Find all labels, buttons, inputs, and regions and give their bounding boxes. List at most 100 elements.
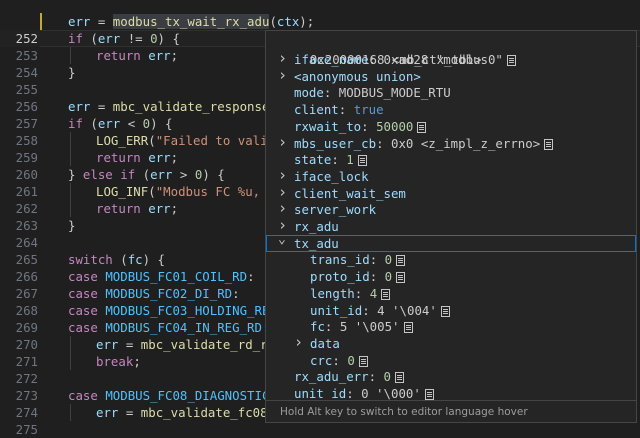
variable-row-client-wait-sem[interactable]: › client_wait_sem xyxy=(266,183,636,202)
variable-row-mbs-user-cb[interactable]: › mbs_user_cb: 0x0 <z_impl_z_errno> xyxy=(266,133,636,152)
separator: : xyxy=(323,85,339,101)
variable-row-rxwait-to[interactable]: rxwait_to: 50000 xyxy=(266,118,636,135)
variable-row-client[interactable]: client: true xyxy=(266,101,636,118)
code-line[interactable]: err = modbus_tx_wait_rx_adu(ctx); xyxy=(0,13,640,30)
chevron-right-icon[interactable]: › xyxy=(278,183,288,201)
view-memory-icon[interactable] xyxy=(417,121,427,133)
code-token: = xyxy=(118,405,141,420)
indent-guide xyxy=(70,336,71,353)
variable-row-data[interactable]: › data xyxy=(266,333,636,352)
variable-row-iface-name[interactable]: › iface_name: 0xad28 "modbus0" xyxy=(266,50,636,68)
indent-guide xyxy=(70,183,71,200)
hover-title: 0x20000168 <mb_ctx_tbl> xyxy=(280,34,640,67)
separator: : xyxy=(368,52,384,67)
variable-value: 0 xyxy=(383,369,391,385)
code-token: err xyxy=(148,150,171,165)
chevron-right-icon[interactable]: › xyxy=(278,166,288,184)
variable-text: rx_adu xyxy=(294,218,339,235)
code-token: err xyxy=(68,99,91,114)
view-memory-icon[interactable] xyxy=(396,272,406,284)
line-number: 257 xyxy=(15,116,38,131)
code-token: MODBUS_FC08_DIAGNOSTICS xyxy=(105,388,277,403)
code-token: if xyxy=(120,167,136,182)
code-text: } else if (err > 0) { xyxy=(68,166,225,183)
variable-row-rx-adu[interactable]: › rx_adu xyxy=(266,217,636,235)
variable-value: 50000 xyxy=(376,118,414,134)
variable-row-tx-adu[interactable]: ⌄ tx_adu xyxy=(266,232,636,252)
variable-name: server_work xyxy=(294,202,377,218)
code-token: case xyxy=(68,320,98,335)
variable-text: server_work xyxy=(294,201,376,218)
separator: : xyxy=(331,152,347,168)
variable-value: 0 xyxy=(384,252,393,268)
variable-name: crc xyxy=(310,352,333,368)
chevron-right-icon[interactable]: › xyxy=(278,66,288,84)
chevron-down-icon[interactable]: ⌄ xyxy=(278,231,288,248)
variable-row-crc[interactable]: crc: 0 xyxy=(266,352,636,369)
line-number: 265 xyxy=(15,252,38,267)
code-token: ( xyxy=(269,14,277,29)
view-memory-icon[interactable] xyxy=(395,372,404,384)
variable-row-proto-id[interactable]: proto_id: 0 xyxy=(266,268,636,285)
line-number: 252 xyxy=(15,31,38,46)
view-memory-icon[interactable] xyxy=(440,305,450,317)
code-token: err xyxy=(96,405,119,420)
view-memory-icon[interactable] xyxy=(358,355,368,367)
code-text: return err; xyxy=(96,47,178,64)
code-token: ) { xyxy=(157,31,180,46)
variable-row-state[interactable]: state: 1 xyxy=(266,151,636,168)
code-token: ; xyxy=(133,354,141,369)
chevron-right-icon[interactable]: › xyxy=(278,200,288,217)
hover-footer: Hold Alt key to switch to editor languag… xyxy=(266,400,636,422)
separator: : xyxy=(354,285,370,301)
line-number: 274 xyxy=(15,405,38,420)
chevron-right-icon[interactable]: › xyxy=(294,333,304,351)
variable-row-mode[interactable]: mode: MODBUS_MODE_RTU xyxy=(266,84,636,101)
code-token: return xyxy=(96,150,141,165)
variable-row-unit-id[interactable]: unit_id: 4 '\004' xyxy=(266,302,636,319)
view-memory-icon[interactable] xyxy=(396,255,406,267)
variable-value: MODBUS_MODE_RTU xyxy=(338,85,451,101)
code-token: case xyxy=(68,388,98,403)
variable-name: mode xyxy=(294,85,324,101)
code-token: err xyxy=(97,116,121,131)
view-memory-icon[interactable] xyxy=(357,155,367,167)
variable-name: state xyxy=(294,152,332,168)
line-number: 275 xyxy=(15,422,38,437)
code-token: ( xyxy=(82,116,98,131)
variable-text: client_wait_sem xyxy=(294,185,406,202)
variable-text: rx_adu_err: 0 xyxy=(294,368,404,385)
variable-text: iface_name: 0xad28 "modbus0" xyxy=(294,51,516,68)
code-token: case xyxy=(68,286,98,301)
line-number: 270 xyxy=(15,337,38,352)
view-memory-icon[interactable] xyxy=(424,389,434,400)
view-memory-icon[interactable] xyxy=(403,322,413,334)
chevron-right-icon[interactable]: › xyxy=(278,133,288,151)
view-memory-icon[interactable] xyxy=(506,55,516,66)
variable-row-iface-lock[interactable]: › iface_lock xyxy=(266,166,636,185)
separator: : xyxy=(346,386,362,401)
code-text: if (err != 0) { xyxy=(68,30,180,47)
code-line[interactable]: 275 xyxy=(0,421,640,438)
variable-name: rxwait_to xyxy=(294,118,362,134)
line-number: 258 xyxy=(15,133,38,148)
code-token: "Modbus FC %u, e xyxy=(155,184,276,199)
code-token: ( xyxy=(148,133,156,148)
variable-row-trans-id[interactable]: trans_id: 0 xyxy=(266,251,636,268)
variable-row-server-work[interactable]: › server_work xyxy=(266,200,636,218)
code-token: return xyxy=(96,48,141,63)
variable-row-rx-adu-err[interactable]: rx_adu_err: 0 xyxy=(266,368,636,385)
view-memory-icon[interactable] xyxy=(381,288,391,300)
variable-row-anonymous-union[interactable]: › <anonymous union> xyxy=(266,66,636,85)
view-memory-icon[interactable] xyxy=(544,138,554,150)
debug-hover-widget[interactable]: 0x20000168 <mb_ctx_tbl> › iface_name: 0xa… xyxy=(265,30,637,423)
separator: : xyxy=(324,319,340,335)
variable-text: fc: 5 '\005' xyxy=(310,318,413,335)
hover-footer-text: Hold Alt key to switch to editor languag… xyxy=(280,406,528,418)
variable-row-length[interactable]: length: 4 xyxy=(266,285,636,302)
variable-name: mbs_user_cb xyxy=(294,135,377,151)
code-text: if (err < 0) { xyxy=(68,115,172,132)
chevron-right-icon[interactable]: › xyxy=(278,50,288,67)
variable-row-fc[interactable]: fc: 5 '\005' xyxy=(266,318,636,335)
code-token: = xyxy=(90,99,113,114)
